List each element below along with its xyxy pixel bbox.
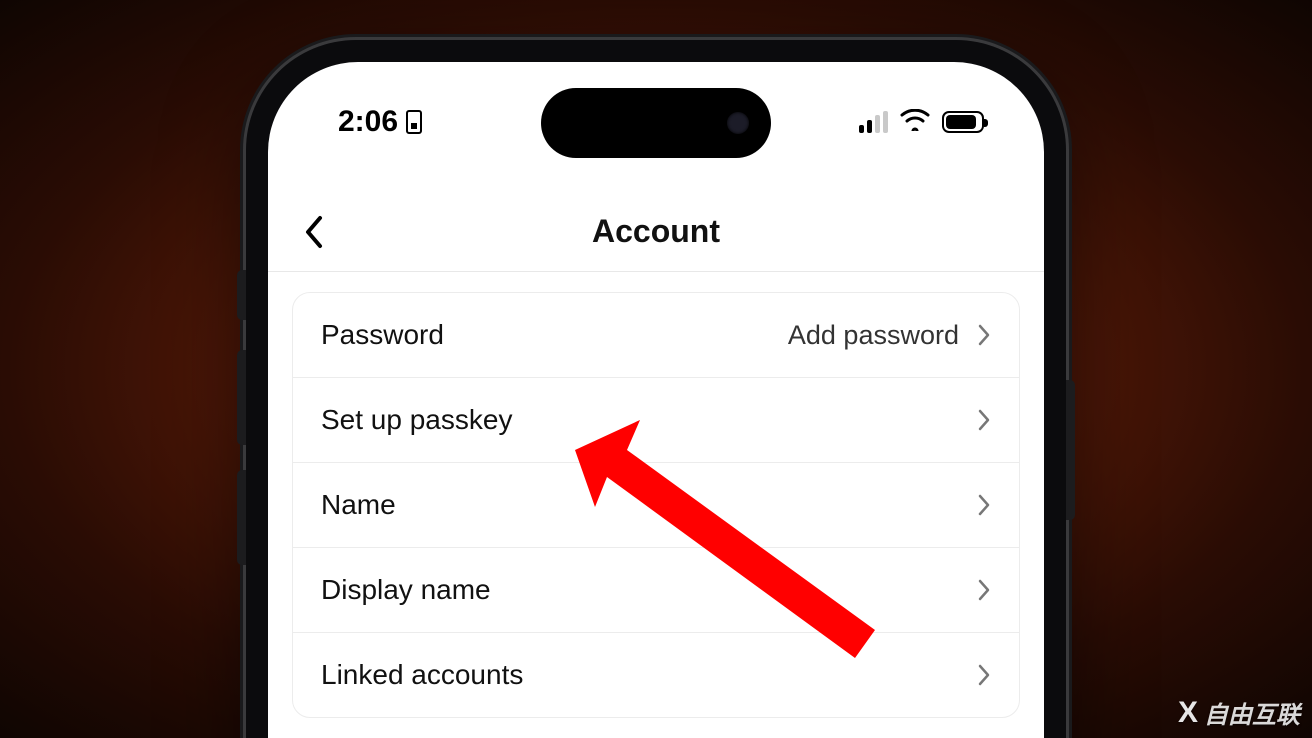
status-bar: 2:06 [268, 92, 1044, 152]
watermark-logo: X [1178, 696, 1198, 730]
back-button[interactable] [294, 212, 334, 252]
row-value: Add password [788, 320, 959, 351]
status-right [859, 105, 984, 139]
row-display-name[interactable]: Display name [293, 548, 1019, 633]
volume-down-button [237, 470, 246, 565]
status-time: 2:06 [338, 105, 398, 139]
page-title: Account [592, 213, 720, 250]
row-label: Set up passkey [321, 404, 512, 436]
chevron-right-icon [977, 578, 991, 602]
sim-icon [406, 110, 422, 134]
row-linked-accounts[interactable]: Linked accounts [293, 633, 1019, 717]
volume-up-button [237, 350, 246, 445]
row-setup-passkey[interactable]: Set up passkey [293, 378, 1019, 463]
phone-screen: 2:06 Account [268, 62, 1044, 738]
row-name[interactable]: Name [293, 463, 1019, 548]
row-label: Password [321, 319, 444, 351]
phone-frame: 2:06 Account [246, 40, 1066, 738]
chevron-right-icon [977, 323, 991, 347]
chevron-right-icon [977, 408, 991, 432]
chevron-left-icon [303, 215, 325, 249]
cellular-signal-icon [859, 111, 888, 133]
row-label: Linked accounts [321, 659, 523, 691]
status-left: 2:06 [338, 105, 422, 139]
row-label: Name [321, 489, 396, 521]
row-label: Display name [321, 574, 491, 606]
side-button [237, 270, 246, 320]
wifi-icon [900, 105, 930, 139]
battery-icon [942, 111, 984, 133]
watermark-text: 自由互联 [1204, 695, 1300, 730]
settings-list: Password Add password Set up passkey N [292, 292, 1020, 718]
watermark: X 自由互联 [1178, 695, 1300, 730]
row-password[interactable]: Password Add password [293, 293, 1019, 378]
nav-header: Account [268, 192, 1044, 272]
power-button [1066, 380, 1075, 520]
chevron-right-icon [977, 663, 991, 687]
chevron-right-icon [977, 493, 991, 517]
